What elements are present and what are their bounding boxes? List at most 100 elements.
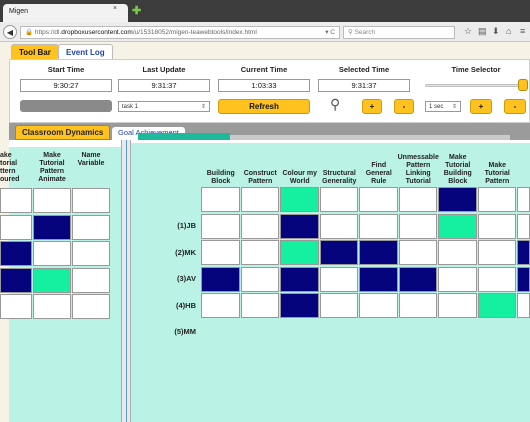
url-bar[interactable]: 🔒 https://dl.dropboxusercontent.com/u/15… (20, 26, 340, 39)
status-cell[interactable] (438, 266, 477, 292)
column-header-text: Construct Pattern (243, 170, 277, 185)
chevron-updown-icon: ⇕ (451, 104, 457, 110)
status-cell[interactable] (201, 293, 240, 318)
status-cell[interactable] (33, 188, 71, 213)
column-header: Make Tutorial Pattern (478, 152, 518, 186)
status-cell[interactable] (517, 293, 530, 318)
left-pane-header-strip (9, 140, 121, 147)
status-cell[interactable] (0, 267, 32, 293)
status-cell[interactable] (319, 240, 358, 265)
status-cell[interactable] (438, 293, 477, 318)
status-cell[interactable] (72, 294, 110, 319)
zoom-icon[interactable]: ⚲ (330, 96, 340, 113)
status-cell[interactable] (517, 266, 530, 292)
search-icon: ⚲ (348, 29, 353, 36)
slider-handle[interactable] (518, 79, 528, 91)
status-cell[interactable] (72, 267, 110, 293)
status-cell[interactable] (33, 267, 71, 293)
status-cell[interactable] (438, 187, 477, 212)
status-cell[interactable] (0, 214, 32, 240)
step-forward-button[interactable]: + (470, 99, 492, 114)
menu-icon[interactable]: ≡ (520, 26, 525, 36)
status-cell[interactable] (477, 293, 516, 318)
status-cell[interactable] (240, 187, 279, 212)
status-cell[interactable] (319, 266, 358, 292)
status-cell[interactable] (0, 241, 32, 266)
status-cell[interactable] (280, 266, 319, 292)
close-tab-icon[interactable]: × (113, 5, 117, 12)
new-tab-icon[interactable]: ✚ (132, 4, 141, 17)
status-cell[interactable] (398, 240, 437, 265)
status-cell[interactable] (33, 294, 71, 319)
column-header: Building Block (201, 152, 241, 186)
status-cell[interactable] (398, 213, 437, 239)
status-cell[interactable] (201, 187, 240, 212)
status-cell[interactable] (240, 266, 279, 292)
status-cell[interactable] (398, 266, 437, 292)
status-cell[interactable] (477, 240, 516, 265)
status-cell[interactable] (280, 240, 319, 265)
status-cell[interactable] (0, 294, 32, 319)
reload-icon[interactable]: ▾ C (325, 29, 335, 37)
status-cell[interactable] (359, 293, 398, 318)
status-cell[interactable] (201, 240, 240, 265)
status-cell[interactable] (477, 213, 516, 239)
status-cell[interactable] (319, 213, 358, 239)
column-header-text: Make Tutorial Building Block (443, 154, 472, 185)
row-label: (4)HB (176, 300, 196, 310)
status-cell[interactable] (280, 187, 319, 212)
tab-event-log[interactable]: Event Log (58, 44, 113, 60)
column-header-text: Structural Generality (322, 170, 357, 185)
task-select[interactable]: task 1 ⇕ (118, 101, 210, 112)
status-cell[interactable] (359, 266, 398, 292)
minus-button[interactable]: - (394, 99, 414, 114)
status-cell[interactable] (477, 266, 516, 292)
status-cell[interactable] (398, 187, 437, 212)
status-cell[interactable] (359, 240, 398, 265)
tab-classroom-dynamics[interactable]: Classroom Dynamics (15, 125, 111, 140)
step-back-button[interactable]: - (504, 99, 526, 114)
status-cell[interactable] (280, 213, 319, 239)
reading-list-icon[interactable]: ▤ (478, 26, 487, 37)
search-placeholder: Search (354, 29, 376, 36)
status-cell[interactable] (201, 213, 240, 239)
column-header: Colour my World (280, 152, 320, 186)
tab-toolbar[interactable]: Tool Bar (11, 44, 59, 60)
status-cell[interactable] (33, 241, 71, 266)
time-selector-slider[interactable] (425, 84, 525, 87)
status-cell[interactable] (319, 187, 358, 212)
status-cell[interactable] (240, 213, 279, 239)
star-icon[interactable]: ☆ (464, 26, 472, 37)
status-cell[interactable] (517, 213, 530, 239)
interval-select-value: 1 sec (429, 104, 444, 110)
status-cell[interactable] (477, 187, 516, 212)
browser-tab[interactable]: Migen (3, 4, 128, 22)
status-cell[interactable] (201, 266, 240, 292)
status-cell[interactable] (319, 293, 358, 318)
status-cell[interactable] (438, 240, 477, 265)
row-label: (5)MM (174, 327, 196, 336)
lock-icon: 🔒 (25, 29, 34, 36)
column-header: Structural Generality (320, 152, 360, 186)
status-cell[interactable] (33, 214, 71, 240)
refresh-button[interactable]: Refresh (218, 99, 310, 114)
status-cell[interactable] (517, 240, 530, 265)
status-cell[interactable] (438, 213, 477, 239)
interval-select[interactable]: 1 sec ⇕ (425, 101, 461, 112)
download-icon[interactable]: ⬇ (492, 26, 500, 37)
back-icon[interactable]: ◀ (3, 25, 17, 39)
status-cell[interactable] (398, 293, 437, 318)
status-cell[interactable] (517, 187, 530, 212)
status-cell[interactable] (240, 293, 279, 318)
status-cell[interactable] (240, 240, 279, 265)
status-cell[interactable] (0, 188, 32, 213)
status-cell[interactable] (72, 188, 110, 213)
status-cell[interactable] (72, 214, 110, 240)
search-input[interactable]: ⚲ Search (343, 26, 455, 39)
home-icon[interactable]: ⌂ (506, 26, 511, 36)
status-cell[interactable] (359, 187, 398, 212)
status-cell[interactable] (72, 241, 110, 266)
status-cell[interactable] (280, 293, 319, 318)
status-cell[interactable] (359, 213, 398, 239)
plus-button[interactable]: + (362, 99, 382, 114)
